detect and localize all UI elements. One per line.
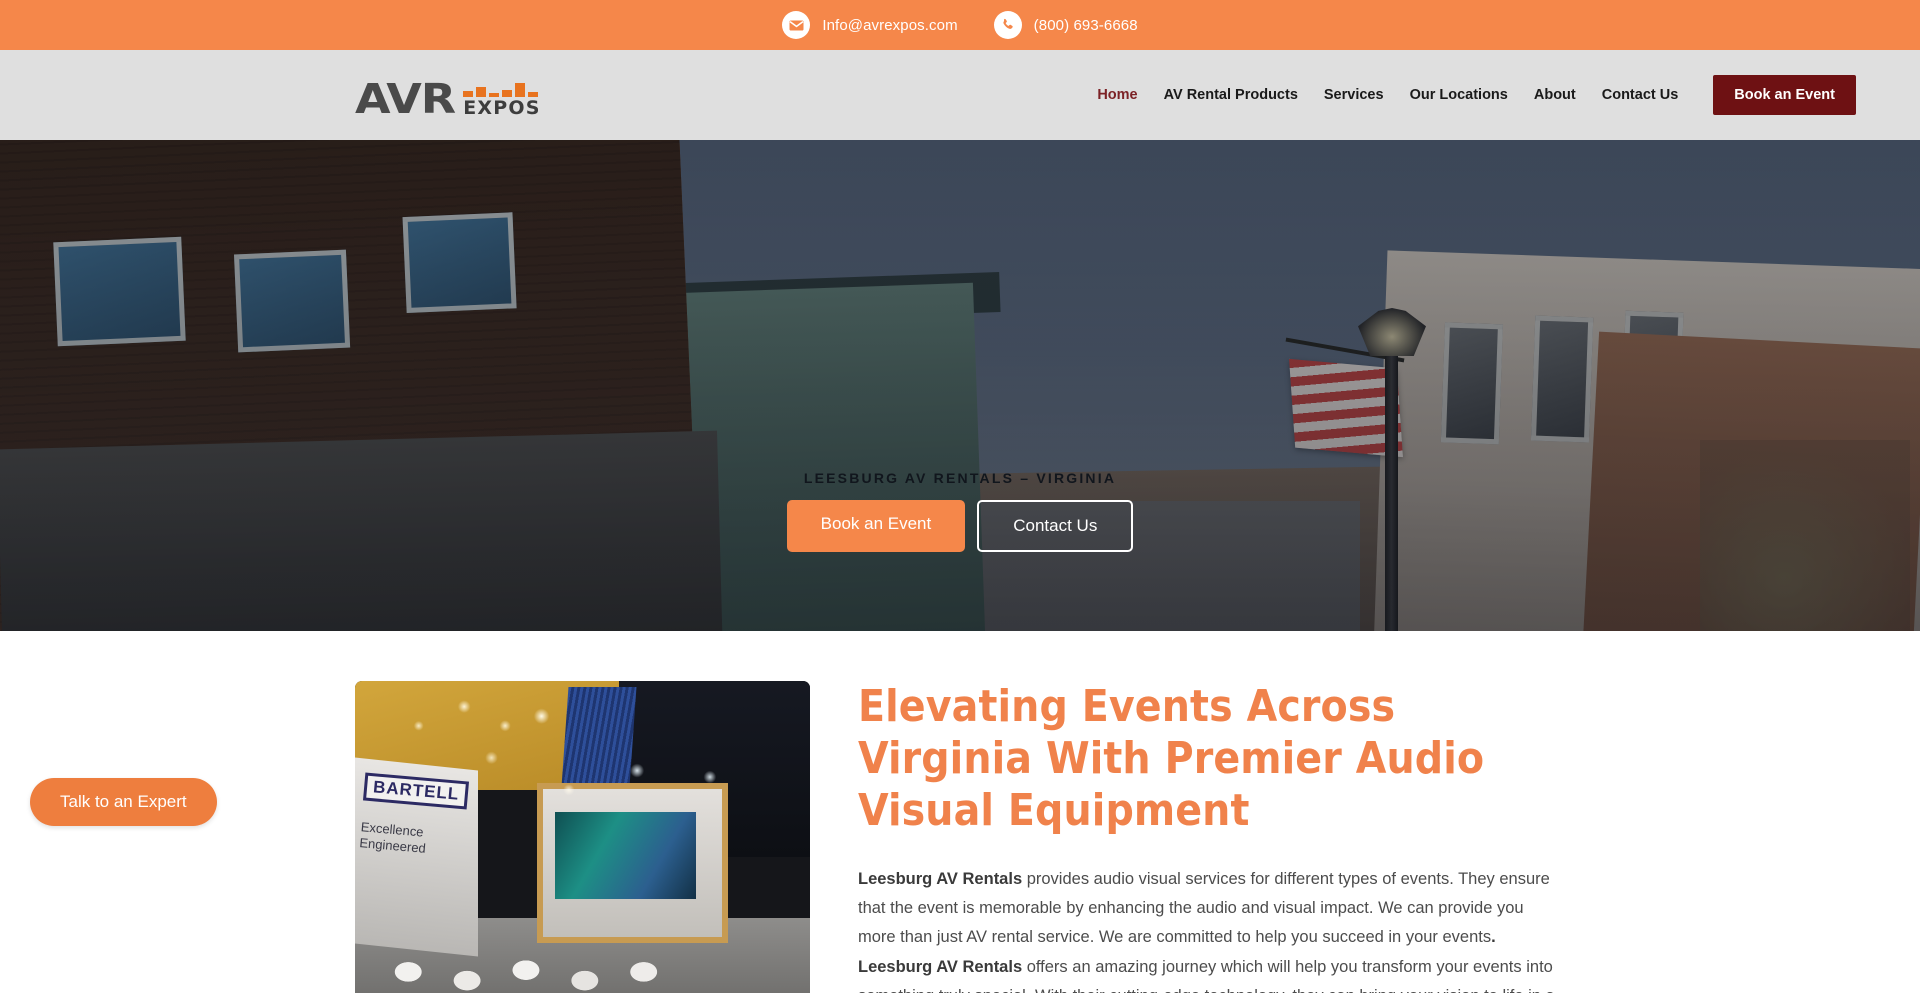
logo-primary-text: AVR bbox=[355, 75, 456, 124]
nav-item-about[interactable]: About bbox=[1521, 87, 1589, 103]
hero-background-photo bbox=[0, 140, 1920, 631]
book-an-event-button[interactable]: Book an Event bbox=[1713, 75, 1856, 115]
page-body-copy: Leesburg AV Rentals provides audio visua… bbox=[858, 865, 1565, 993]
content-text-column: Elevating Events Across Virginia With Pr… bbox=[858, 681, 1565, 993]
hero-content: LEESBURG AV RENTALS – VIRGINIA Book an E… bbox=[0, 470, 1920, 552]
hero-button-group: Book an Event Contact Us bbox=[786, 500, 1134, 552]
hero-kicker-text: LEESBURG AV RENTALS – VIRGINIA bbox=[803, 470, 1117, 486]
hero-contact-us-button[interactable]: Contact Us bbox=[977, 500, 1134, 552]
talk-to-an-expert-button[interactable]: Talk to an Expert bbox=[30, 778, 217, 826]
envelope-icon bbox=[782, 11, 811, 39]
phone-text: (800) 693-6668 bbox=[1033, 16, 1138, 34]
site-logo[interactable]: AVR EXPOS bbox=[355, 71, 541, 124]
body-emphasis: Leesburg AV Rentals bbox=[858, 869, 1023, 888]
email-contact[interactable]: Info@avrexpos.com bbox=[782, 11, 958, 39]
nav-item-contact-us[interactable]: Contact Us bbox=[1589, 87, 1692, 103]
nav-item-av-rental-products[interactable]: AV Rental Products bbox=[1151, 87, 1311, 103]
nav-item-our-locations[interactable]: Our Locations bbox=[1397, 87, 1521, 103]
equalizer-bars-icon bbox=[463, 79, 540, 97]
nav-item-services[interactable]: Services bbox=[1311, 87, 1397, 103]
top-contact-bar: Info@avrexpos.com (800) 693-6668 bbox=[0, 0, 1920, 50]
booth-ceiling-lights bbox=[355, 681, 810, 993]
main-navigation: Home AV Rental Products Services Our Loc… bbox=[1084, 75, 1856, 115]
email-text: Info@avrexpos.com bbox=[822, 16, 958, 34]
hero-section: LEESBURG AV RENTALS – VIRGINIA Book an E… bbox=[0, 140, 1920, 631]
page-headline: Elevating Events Across Virginia With Pr… bbox=[858, 681, 1485, 836]
site-header: AVR EXPOS Home AV Rental Products Servic… bbox=[0, 50, 1920, 140]
booth-photo: BARTELL Excellence Engineered bbox=[355, 681, 810, 993]
phone-contact[interactable]: (800) 693-6668 bbox=[993, 11, 1138, 39]
logo-right-group: EXPOS bbox=[463, 79, 540, 119]
hero-book-an-event-button[interactable]: Book an Event bbox=[786, 500, 966, 552]
content-container: BARTELL Excellence Engineered Elevating … bbox=[355, 681, 1565, 993]
logo-secondary-text: EXPOS bbox=[463, 97, 541, 119]
nav-item-home[interactable]: Home bbox=[1084, 87, 1150, 103]
phone-icon bbox=[993, 11, 1022, 39]
main-content-section: BARTELL Excellence Engineered Elevating … bbox=[0, 631, 1920, 993]
hero-overlay-scrim bbox=[0, 140, 1920, 631]
